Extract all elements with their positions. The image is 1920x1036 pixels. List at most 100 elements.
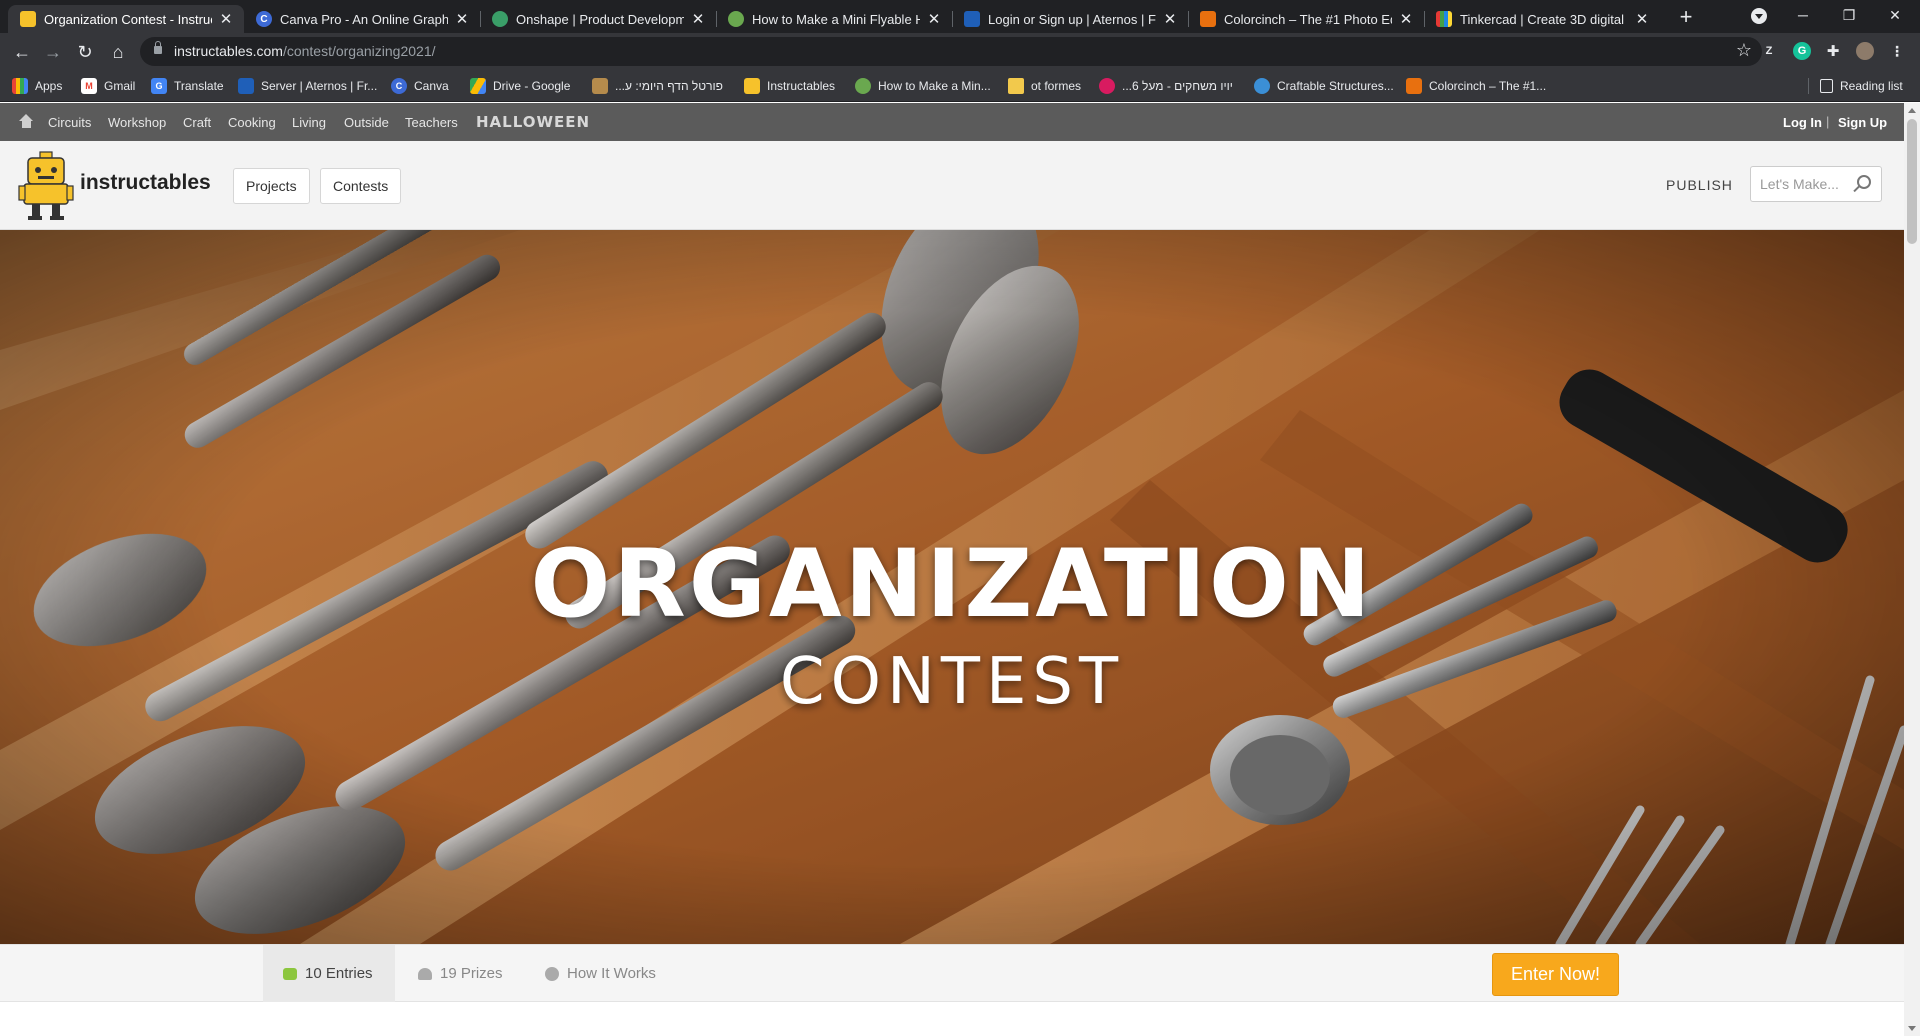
instructables-favicon	[20, 11, 36, 27]
projects-button[interactable]: Projects	[233, 168, 310, 204]
aternos-icon	[238, 78, 254, 94]
zotero-extension-icon[interactable]: Z	[1760, 42, 1778, 60]
bookmark-label: Instructables	[767, 79, 836, 93]
bookmark-translate[interactable]: G Translate	[151, 76, 224, 96]
bookmark-craftable[interactable]: Craftable Structures...	[1254, 76, 1394, 96]
tab-canva[interactable]: C Canva Pro - An Online Graphic D ✕	[244, 5, 480, 33]
tab-onshape[interactable]: Onshape | Product Developmen ✕	[480, 5, 716, 33]
bookmark-yoyo[interactable]: יויו משחקים - מעל 6...	[1099, 76, 1233, 96]
nav-living[interactable]: Living	[292, 115, 326, 130]
address-bar[interactable]: instructables.com/contest/organizing2021…	[140, 37, 1762, 66]
page-scrollbar[interactable]	[1904, 103, 1920, 1036]
tab-title: Organization Contest - Instructab	[44, 11, 212, 27]
bookmark-apps[interactable]: Apps	[12, 76, 62, 96]
nav-cooking[interactable]: Cooking	[228, 115, 276, 130]
contests-button[interactable]: Contests	[320, 168, 402, 204]
close-icon[interactable]: ✕	[218, 10, 234, 28]
close-icon[interactable]: ✕	[1398, 10, 1414, 28]
close-icon[interactable]: ✕	[1162, 10, 1178, 28]
reading-list-button[interactable]: Reading list	[1820, 76, 1903, 96]
hero-subtitle: CONTEST	[779, 645, 1125, 719]
forward-arrow-icon[interactable]: →	[40, 39, 66, 65]
url-text: instructables.com/contest/organizing2021…	[174, 43, 436, 59]
bookmark-star-icon[interactable]: ☆	[1736, 40, 1752, 61]
tab-colorcinch[interactable]: Colorcinch – The #1 Photo Edito ✕	[1188, 5, 1424, 33]
portal-icon	[592, 78, 608, 94]
bookmark-label: How to Make a Min...	[878, 79, 991, 93]
aternos-favicon	[964, 11, 980, 27]
tab-search-icon[interactable]	[1751, 8, 1767, 24]
nav-halloween[interactable]: HALLOWEEN	[476, 113, 590, 131]
bookmark-gmail[interactable]: M Gmail	[81, 76, 135, 96]
profile-avatar-icon[interactable]	[1856, 42, 1874, 60]
onshape-favicon	[492, 11, 508, 27]
hero-title: ORGANIZATION	[530, 530, 1374, 639]
close-icon[interactable]: ✕	[1634, 10, 1650, 28]
bookmark-portal[interactable]: פורטל הדף היומי: ע...	[592, 76, 723, 96]
window-close-button[interactable]: ✕	[1872, 0, 1918, 30]
bookmark-label: ot formes	[1031, 79, 1082, 93]
bookmark-label: פורטל הדף היומי: ע...	[615, 79, 723, 93]
tab-organization-contest[interactable]: Organization Contest - Instructab ✕	[8, 5, 244, 33]
close-icon[interactable]: ✕	[926, 10, 942, 28]
grammarly-extension-icon[interactable]: G	[1793, 42, 1811, 60]
tab-how-it-works[interactable]: How It Works	[545, 945, 656, 1002]
tab-entries[interactable]: 10 Entries	[263, 945, 395, 1002]
scroll-down-arrow-icon[interactable]	[1908, 1026, 1916, 1031]
enter-now-button[interactable]: Enter Now!	[1492, 953, 1619, 996]
tab-title: Login or Sign up | Aternos | Free	[988, 11, 1156, 27]
bookmark-drive[interactable]: Drive - Google	[470, 76, 570, 96]
scroll-up-arrow-icon[interactable]	[1908, 108, 1916, 113]
yoyo-icon	[1099, 78, 1115, 94]
nav-workshop[interactable]: Workshop	[108, 115, 166, 130]
instructables-robot-logo[interactable]	[18, 150, 74, 222]
bookmark-instructables[interactable]: Instructables	[744, 76, 835, 96]
bookmark-label: Server | Aternos | Fr...	[261, 79, 378, 93]
bookmark-label: Drive - Google	[493, 79, 571, 93]
canva-favicon: C	[256, 11, 272, 27]
maximize-button[interactable]: ❐	[1826, 0, 1872, 30]
extensions-puzzle-icon[interactable]: ✚	[1824, 42, 1842, 60]
tab-title: Onshape | Product Developmen	[516, 11, 684, 27]
back-arrow-icon[interactable]: ←	[9, 39, 35, 65]
publish-link[interactable]: PUBLISH	[1666, 177, 1733, 193]
login-link[interactable]: Log In	[1783, 115, 1822, 130]
canva-icon: C	[391, 78, 407, 94]
browser-tab-strip: Organization Contest - Instructab ✕ C Ca…	[0, 0, 1920, 33]
apps-grid-icon	[12, 78, 28, 94]
brand-wordmark[interactable]: instructables	[80, 171, 211, 195]
home-icon[interactable]	[19, 114, 34, 128]
bookmark-aternos[interactable]: Server | Aternos | Fr...	[238, 76, 377, 96]
nav-circuits[interactable]: Circuits	[48, 115, 91, 130]
entries-icon	[283, 967, 297, 980]
bookmark-mini-flyable[interactable]: How to Make a Min...	[855, 76, 991, 96]
home-icon[interactable]: ⌂	[105, 39, 131, 65]
bookmark-label: Translate	[174, 79, 224, 93]
lock-icon	[154, 41, 162, 54]
tab-tinkercad[interactable]: Tinkercad | Create 3D digital de ✕	[1424, 5, 1660, 33]
new-tab-button[interactable]: +	[1673, 6, 1699, 30]
search-icon[interactable]	[1857, 175, 1871, 189]
minimize-button[interactable]: ─	[1780, 0, 1826, 30]
signup-link[interactable]: Sign Up	[1838, 115, 1887, 130]
browser-menu-icon[interactable]: ⋮	[1888, 42, 1906, 60]
gmail-icon: M	[81, 78, 97, 94]
scroll-thumb[interactable]	[1907, 119, 1917, 244]
tinkercad-favicon	[1436, 11, 1452, 27]
nav-craft[interactable]: Craft	[183, 115, 211, 130]
tab-title: Colorcinch – The #1 Photo Edito	[1224, 11, 1392, 27]
tab-mini-flyable[interactable]: How to Make a Mini Flyable Hot ✕	[716, 5, 952, 33]
url-path: /contest/organizing2021/	[282, 43, 436, 59]
close-icon[interactable]: ✕	[690, 10, 706, 28]
nav-teachers[interactable]: Teachers	[405, 115, 458, 130]
bookmark-canva[interactable]: C Canva	[391, 76, 449, 96]
bookmark-label: Apps	[35, 79, 63, 93]
tab-aternos[interactable]: Login or Sign up | Aternos | Free ✕	[952, 5, 1188, 33]
nav-outside[interactable]: Outside	[344, 115, 389, 130]
close-icon[interactable]: ✕	[454, 10, 470, 28]
bookmark-ot-formes[interactable]: ot formes	[1008, 76, 1081, 96]
tab-prizes[interactable]: 19 Prizes	[418, 945, 503, 1002]
search-input[interactable]: Let's Make...	[1750, 166, 1882, 202]
bookmark-colorcinch[interactable]: Colorcinch – The #1...	[1406, 76, 1546, 96]
reload-icon[interactable]: ↻	[72, 39, 98, 65]
